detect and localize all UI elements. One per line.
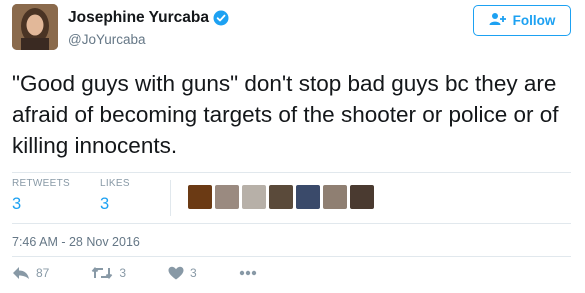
retweet-icon [92,266,113,280]
liker-avatar-6[interactable] [323,185,347,209]
add-user-icon [489,12,507,29]
liker-avatar-1[interactable] [188,185,212,209]
follow-button-label: Follow [512,13,556,28]
profile-avatar[interactable] [12,4,58,50]
heart-icon [168,266,184,280]
retweet-count: 3 [119,266,127,280]
retweets-stat[interactable]: RETWEETS 3 [12,178,70,214]
user-handle[interactable]: @JoYurcaba [68,32,146,47]
tweet-text: "Good guys with guns" don't stop bad guy… [12,71,559,158]
liker-avatar-4[interactable] [269,185,293,209]
display-name[interactable]: Josephine Yurcaba [68,9,209,27]
liker-avatar-7[interactable] [350,185,374,209]
more-icon [239,270,256,276]
retweets-count: 3 [12,195,22,213]
divider-actions [12,256,571,257]
likes-count: 3 [99,195,110,213]
divider-stats [12,223,571,224]
likes-stat[interactable]: LIKES 3 [100,178,130,214]
retweet-button[interactable]: 3 [91,266,126,280]
retweets-label: RETWEETS [12,178,70,189]
like-count: 3 [190,266,197,280]
liker-avatar-5[interactable] [296,185,320,209]
tweet-stats: RETWEETS 3 LIKES 3 [12,178,160,214]
reply-count: 87 [36,266,50,280]
divider-top [12,172,571,173]
user-name-row: Josephine Yurcaba [68,9,229,27]
stats-divider [170,180,171,216]
more-button[interactable] [239,270,257,276]
liker-avatars [188,185,374,209]
like-button[interactable]: 3 [168,266,197,280]
verified-badge-icon [213,10,229,26]
liker-avatar-3[interactable] [242,185,266,209]
follow-button[interactable]: Follow [473,5,571,36]
likes-label: LIKES [99,178,130,189]
reply-button[interactable]: 87 [12,266,49,280]
tweet-timestamp[interactable]: 7:46 AM - 28 Nov 2016 [12,235,140,249]
liker-avatar-2[interactable] [215,185,239,209]
reply-icon [13,267,29,279]
tweet-actions: 87 3 3 [12,266,299,280]
